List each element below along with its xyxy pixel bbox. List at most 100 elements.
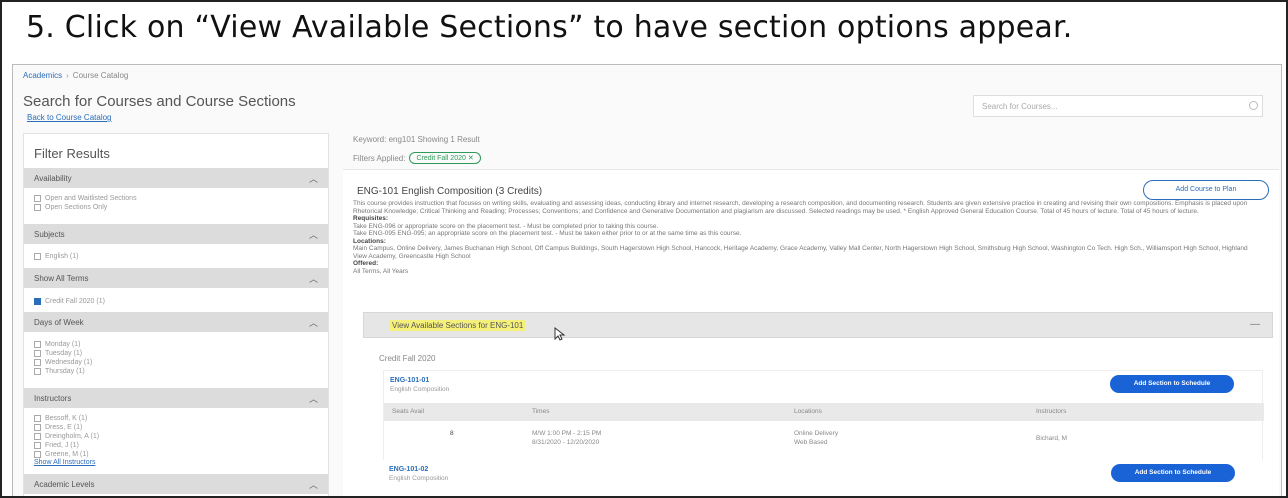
filter-option[interactable]: Dreingholm, A (1) — [34, 432, 318, 441]
chevron-up-icon[interactable]: ︿ — [309, 228, 318, 241]
filter-option-label: Open and Waitlisted Sections — [45, 195, 137, 202]
table-row: 8 M/W 1:00 PM - 2:15 PM 8/31/2020 - 12/2… — [384, 425, 1264, 453]
filters-applied-label: Filters Applied: — [353, 153, 406, 163]
filter-option-label: Thursday (1) — [45, 368, 85, 375]
filter-title: Filter Results — [34, 146, 110, 161]
filter-option-label: Tuesday (1) — [45, 350, 83, 357]
filter-option-label: Monday (1) — [45, 341, 81, 348]
filter-group-instructors[interactable]: Instructors ︿ — [24, 388, 328, 408]
filter-group-terms[interactable]: Show All Terms ︿ — [24, 268, 328, 288]
filter-chip[interactable]: Credit Fall 2020 ✕ — [409, 152, 481, 164]
course-title: ENG-101 English Composition (3 Credits) — [357, 186, 543, 197]
add-section-to-schedule-button[interactable]: Add Section to Schedule — [1111, 464, 1235, 482]
filter-option[interactable]: Open and Waitlisted Sections — [34, 194, 318, 203]
chevron-up-icon[interactable]: ︿ — [309, 478, 318, 491]
view-sections-bar[interactable]: View Available Sections for ENG-101 — — [363, 312, 1273, 341]
mouse-cursor-icon — [554, 327, 566, 341]
breadcrumb: Academics › Course Catalog — [23, 71, 128, 80]
checkbox[interactable] — [34, 442, 41, 449]
filter-group-subjects[interactable]: Subjects ︿ — [24, 224, 328, 244]
filter-option[interactable]: Monday (1) — [34, 340, 318, 349]
section-subtitle: English Composition — [390, 386, 450, 393]
checkbox[interactable] — [34, 451, 41, 458]
filter-group-label: Availability — [34, 174, 72, 183]
filter-option-label: Open Sections Only — [45, 204, 108, 211]
breadcrumb-home-link[interactable]: Academics — [23, 71, 62, 80]
filter-group-academic-levels[interactable]: Academic Levels ︿ — [24, 474, 328, 494]
filter-option[interactable]: Open Sections Only — [34, 203, 318, 212]
filter-group-days[interactable]: Days of Week ︿ — [24, 312, 328, 332]
location-detail: Web Based — [794, 439, 828, 446]
filter-group-body: English (1) — [24, 244, 328, 268]
page-title: Search for Courses and Course Sections — [23, 93, 296, 110]
view-available-sections-link[interactable]: View Available Sections for ENG-101 — [390, 320, 526, 331]
chevron-up-icon[interactable]: ︿ — [309, 272, 318, 285]
filter-option-label: Dress, E (1) — [45, 424, 83, 431]
search-input[interactable]: Search for Courses... — [973, 95, 1263, 117]
chevron-up-icon[interactable]: ︿ — [309, 172, 318, 185]
show-all-instructors-link[interactable]: Show All Instructors — [34, 459, 318, 468]
add-section-to-schedule-button[interactable]: Add Section to Schedule — [1110, 375, 1234, 393]
collapse-icon[interactable]: — — [1250, 319, 1260, 330]
breadcrumb-current: Course Catalog — [72, 71, 129, 80]
filter-sidebar: Filter Results Availability ︿ Open and Wa… — [23, 133, 329, 496]
offered-text: All Terms, All Years — [353, 267, 409, 275]
dates-value: 8/31/2020 - 12/20/2020 — [532, 439, 600, 446]
search-placeholder: Search for Courses... — [982, 102, 1058, 111]
filter-option-label: Dreingholm, A (1) — [45, 433, 100, 440]
back-to-catalog-link[interactable]: Back to Course Catalog — [27, 113, 112, 122]
section-subtitle: English Composition — [389, 475, 449, 482]
filter-option-label: English (1) — [45, 253, 79, 260]
checkbox[interactable] — [34, 424, 41, 431]
filter-option[interactable]: Greene, M (1) — [34, 450, 318, 459]
checkbox-checked[interactable] — [34, 298, 41, 305]
search-icon[interactable] — [1249, 101, 1258, 110]
checkbox[interactable] — [34, 253, 41, 260]
checkbox[interactable] — [34, 350, 41, 357]
column-header-locations: Locations — [794, 408, 822, 415]
instructor-value: Bichard, M — [1036, 435, 1068, 442]
offered-label: Offered: — [353, 260, 379, 267]
chevron-up-icon[interactable]: ︿ — [309, 316, 318, 329]
checkbox[interactable] — [34, 359, 41, 366]
add-course-to-plan-button[interactable]: Add Course to Plan — [1143, 180, 1269, 200]
seats-value: 8 — [450, 430, 454, 437]
filter-option[interactable]: Thursday (1) — [34, 367, 318, 376]
filter-option[interactable]: English (1) — [34, 252, 318, 261]
filter-group-availability[interactable]: Availability ︿ — [24, 168, 328, 188]
filter-group-label: Days of Week — [34, 318, 84, 327]
filter-group-label: Subjects — [34, 230, 65, 239]
course-card: ENG-101 English Composition (3 Credits) … — [343, 169, 1279, 496]
section-code-link[interactable]: ENG-101-01 — [390, 377, 429, 384]
column-header-times: Times — [532, 408, 550, 415]
column-header-instructors: Instructors — [1036, 408, 1067, 415]
course-description: This course provides instruction that fo… — [353, 200, 1248, 215]
section-card: ENG-101-01 English Composition Add Secti… — [383, 370, 1264, 470]
filter-option[interactable]: Fried, J (1) — [34, 441, 318, 450]
location-value: Online Delivery — [794, 430, 839, 437]
checkbox[interactable] — [34, 415, 41, 422]
filter-option[interactable]: Credit Fall 2020 (1) — [34, 297, 318, 306]
locations-text: Main Campus, Online Delivery, James Buch… — [353, 245, 1248, 260]
checkbox[interactable] — [34, 195, 41, 202]
checkbox[interactable] — [34, 433, 41, 440]
filter-option[interactable]: Bessoff, K (1) — [34, 414, 318, 423]
checkbox[interactable] — [34, 368, 41, 375]
filter-option-label: Fried, J (1) — [45, 442, 79, 449]
checkbox[interactable] — [34, 341, 41, 348]
chevron-up-icon[interactable]: ︿ — [309, 392, 318, 405]
filter-group-body: Bessoff, K (1) Dress, E (1) Dreingholm, … — [24, 408, 328, 474]
filter-group-body: Credit Fall 2020 (1) — [24, 288, 328, 312]
filter-option[interactable]: Tuesday (1) — [34, 349, 318, 358]
section-code-link[interactable]: ENG-101-02 — [389, 466, 428, 473]
instruction-headline: 5. Click on “View Available Sections” to… — [26, 10, 1073, 45]
filter-group-label: Show All Terms — [34, 274, 89, 283]
requisite-item: Take ENG-095 ENG-095; an appropriate sco… — [353, 230, 742, 237]
filters-applied: Filters Applied: Credit Fall 2020 ✕ — [353, 152, 481, 164]
checkbox[interactable] — [34, 204, 41, 211]
locations-label: Locations: — [353, 237, 386, 245]
breadcrumb-separator: › — [66, 71, 69, 80]
filter-option[interactable]: Wednesday (1) — [34, 358, 318, 367]
filter-option[interactable]: Dress, E (1) — [34, 423, 318, 432]
times-value: M/W 1:00 PM - 2:15 PM — [532, 430, 602, 437]
